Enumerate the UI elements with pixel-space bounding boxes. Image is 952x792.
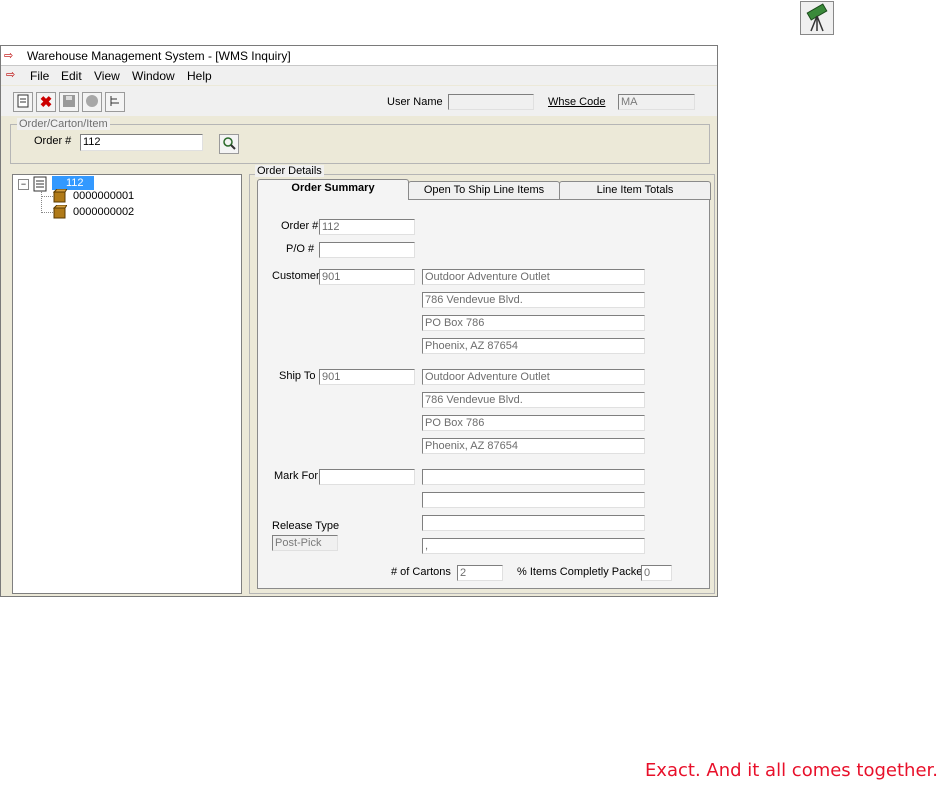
tab-order-summary[interactable]: Order Summary	[257, 179, 409, 200]
tree-child-node[interactable]: 0000000002	[73, 206, 134, 218]
customer-address2-field[interactable]: PO Box 786	[422, 315, 645, 331]
order-tree[interactable]: − 112 0000000001 0000000002	[12, 174, 242, 594]
menu-help[interactable]: Help	[187, 69, 212, 83]
po-number-field[interactable]	[319, 242, 415, 258]
carton-box-icon	[52, 204, 68, 222]
ship-to-code-field[interactable]: 901	[319, 369, 415, 385]
app-icon: ⇨	[4, 50, 14, 62]
details-group-title: Order Details	[255, 165, 324, 177]
customer-city-field[interactable]: Phoenix, AZ 87654	[422, 338, 645, 354]
menu-file[interactable]: File	[30, 69, 49, 83]
telescope-logo-icon	[800, 1, 834, 35]
ship-to-name-field[interactable]: Outdoor Adventure Outlet	[422, 369, 645, 385]
order-search-label: Order #	[34, 135, 72, 147]
red-x-icon: ✖	[39, 94, 53, 111]
document-icon	[16, 94, 30, 111]
tab-line-item-totals[interactable]: Line Item Totals	[559, 181, 711, 200]
tree-view-button[interactable]	[105, 92, 125, 112]
tree-child-node[interactable]: 0000000001	[73, 190, 134, 202]
packed-label: % Items Completly Packed	[517, 566, 649, 578]
tree-connector	[41, 212, 53, 213]
cartons-field[interactable]: 2	[457, 565, 503, 581]
mark-for-label: Mark For	[274, 470, 318, 482]
carton-box-icon	[52, 188, 68, 206]
delete-button[interactable]: ✖	[36, 92, 56, 112]
mark-for-code-field[interactable]	[319, 469, 415, 485]
customer-label: Customer	[272, 270, 320, 282]
tab-open-to-ship[interactable]: Open To Ship Line Items	[408, 181, 560, 200]
toolbar: ✖ User Name Whse Code MA	[1, 86, 717, 116]
search-group-title: Order/Carton/Item	[17, 118, 110, 130]
user-name-field[interactable]	[448, 94, 534, 110]
order-document-icon	[33, 176, 47, 195]
tree-connector	[41, 196, 53, 197]
whse-code-field[interactable]: MA	[618, 94, 695, 110]
tree-connector	[41, 191, 42, 213]
mark-for-address1-field[interactable]	[422, 492, 645, 508]
mark-for-address2-field[interactable]	[422, 515, 645, 531]
globe-icon	[85, 94, 99, 111]
po-number-label: P/O #	[286, 243, 315, 255]
floppy-disk-icon	[62, 94, 76, 111]
collapse-toggle-icon[interactable]: −	[18, 179, 29, 190]
order-number-label: Order #	[281, 220, 319, 232]
window-title: Warehouse Management System - [WMS Inqui…	[27, 49, 291, 63]
customer-address1-field[interactable]: 786 Vendevue Blvd.	[422, 292, 645, 308]
save-button[interactable]	[59, 92, 79, 112]
user-name-label: User Name	[387, 96, 443, 108]
menu-bar: ⇨ File Edit View Window Help	[1, 66, 717, 85]
release-type-label: Release Type	[272, 520, 340, 532]
menu-view[interactable]: View	[94, 69, 120, 83]
cartons-label: # of Cartons	[391, 566, 451, 578]
order-number-field[interactable]: 112	[319, 219, 415, 235]
tree-icon	[108, 94, 122, 111]
packed-field[interactable]: 0	[641, 565, 672, 581]
print-button[interactable]	[82, 92, 102, 112]
new-button[interactable]	[13, 92, 33, 112]
ship-to-address2-field[interactable]: PO Box 786	[422, 415, 645, 431]
ship-to-city-field[interactable]: Phoenix, AZ 87654	[422, 438, 645, 454]
mdi-icon: ⇨	[6, 69, 16, 81]
magnifier-icon	[222, 136, 236, 153]
menu-edit[interactable]: Edit	[61, 69, 82, 83]
tree-root-node[interactable]: 112	[52, 176, 94, 190]
order-search-input[interactable]: 112	[80, 134, 203, 151]
mark-for-name-field[interactable]	[422, 469, 645, 485]
search-button[interactable]	[219, 134, 239, 154]
slogan-text: Exact. And it all comes together.	[644, 760, 938, 781]
customer-code-field[interactable]: 901	[319, 269, 415, 285]
app-window: ⇨ Warehouse Management System - [WMS Inq…	[0, 45, 718, 597]
menu-window[interactable]: Window	[132, 69, 175, 83]
ship-to-label: Ship To	[279, 370, 316, 382]
mark-for-city-field[interactable]: ,	[422, 538, 645, 554]
ship-to-address1-field[interactable]: 786 Vendevue Blvd.	[422, 392, 645, 408]
whse-code-label: Whse Code	[548, 96, 606, 108]
title-bar: ⇨ Warehouse Management System - [WMS Inq…	[1, 46, 717, 66]
customer-name-field[interactable]: Outdoor Adventure Outlet	[422, 269, 645, 285]
release-type-field[interactable]: Post-Pick	[272, 535, 338, 551]
